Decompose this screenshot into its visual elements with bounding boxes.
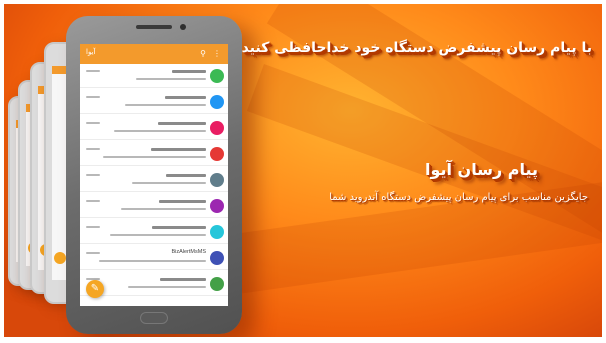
message-sender-line	[159, 200, 206, 203]
message-row[interactable]	[80, 64, 228, 88]
message-preview-line	[132, 182, 206, 184]
message-preview-line	[103, 156, 206, 158]
message-time-line	[86, 174, 100, 176]
message-time-line	[86, 96, 100, 98]
app-title: آیوا	[86, 48, 96, 56]
message-sender-line	[158, 122, 206, 125]
message-preview-line	[125, 104, 206, 106]
message-preview-line	[114, 130, 206, 132]
message-time-line	[86, 122, 100, 124]
message-preview-line	[128, 286, 206, 288]
contact-avatar	[210, 121, 224, 135]
contact-avatar	[210, 225, 224, 239]
message-time-line	[86, 148, 100, 150]
message-row[interactable]	[80, 168, 228, 192]
overflow-menu-icon[interactable]: ⋮	[213, 49, 221, 59]
tagline: جایگزین مناسب برای پیام رسان پیشفرض دستگ…	[329, 192, 588, 203]
compose-icon: ✎	[90, 283, 100, 294]
compose-button[interactable]: ✎	[86, 280, 104, 298]
message-sender-line	[165, 96, 206, 99]
contact-avatar	[210, 199, 224, 213]
search-icon[interactable]: ⚲	[200, 49, 206, 59]
app-bar: آیوا ⚲ ⋮	[80, 44, 228, 64]
message-row[interactable]	[80, 194, 228, 218]
phone-mockup: آیوا ⚲ ⋮ BizAlertMsMS ✎	[66, 16, 242, 334]
message-sender-line	[166, 174, 206, 177]
phone-speaker	[136, 25, 172, 29]
product-name: پیام رسان آیوا	[424, 160, 538, 179]
message-time-line	[86, 70, 100, 72]
message-time-line	[86, 252, 100, 254]
message-row[interactable]	[80, 142, 228, 166]
message-time-line	[86, 200, 100, 202]
message-list: BizAlertMsMS	[80, 64, 228, 306]
contact-avatar	[210, 69, 224, 83]
contact-avatar	[210, 147, 224, 161]
message-preview-line	[121, 208, 206, 210]
message-time-line	[86, 226, 100, 228]
message-row[interactable]	[80, 116, 228, 140]
message-sender: BizAlertMsMS	[171, 249, 206, 255]
message-row[interactable]	[80, 220, 228, 244]
phone-camera	[180, 24, 186, 30]
message-sender-line	[160, 278, 206, 281]
message-preview-line	[136, 78, 206, 80]
contact-avatar	[210, 251, 224, 265]
message-sender-line	[152, 226, 206, 229]
message-preview-line	[110, 234, 206, 236]
message-preview-line	[99, 260, 206, 262]
message-sender-line	[151, 148, 206, 151]
contact-avatar	[210, 173, 224, 187]
promo-banner: آیوا ⚲ ⋮ BizAlertMsMS ✎ با پیام رسان پیش…	[4, 4, 602, 337]
message-row[interactable]	[80, 90, 228, 114]
phone-screen: آیوا ⚲ ⋮ BizAlertMsMS ✎	[80, 44, 228, 306]
headline: با پیام رسان پیشفرض دستگاه خود خداحافظی …	[241, 40, 592, 56]
message-row[interactable]: BizAlertMsMS	[80, 246, 228, 270]
contact-avatar	[210, 277, 224, 291]
message-sender-line	[172, 70, 206, 73]
home-button	[140, 312, 168, 324]
contact-avatar	[210, 95, 224, 109]
